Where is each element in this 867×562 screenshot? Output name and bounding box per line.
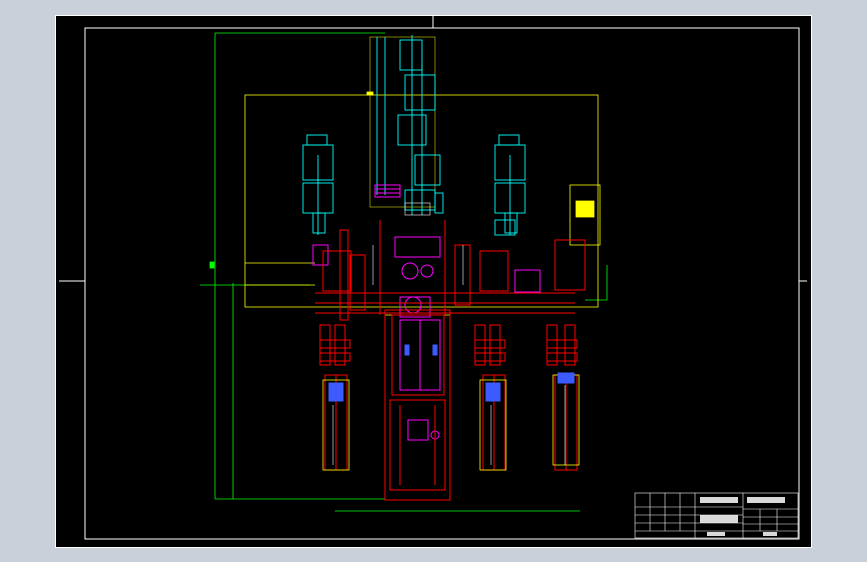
machine-outline (244, 36, 601, 501)
dimension-lines (200, 32, 608, 512)
white-details (332, 202, 566, 465)
motor-stacks (302, 35, 526, 236)
inner-frame (84, 27, 800, 540)
cylinders (328, 344, 575, 402)
cad-viewport[interactable] (0, 0, 867, 562)
title-block (634, 492, 799, 539)
cad-drawing (55, 15, 812, 548)
red-frames (315, 220, 586, 501)
drawing-sheet (55, 15, 812, 548)
lower-legs (322, 374, 580, 471)
